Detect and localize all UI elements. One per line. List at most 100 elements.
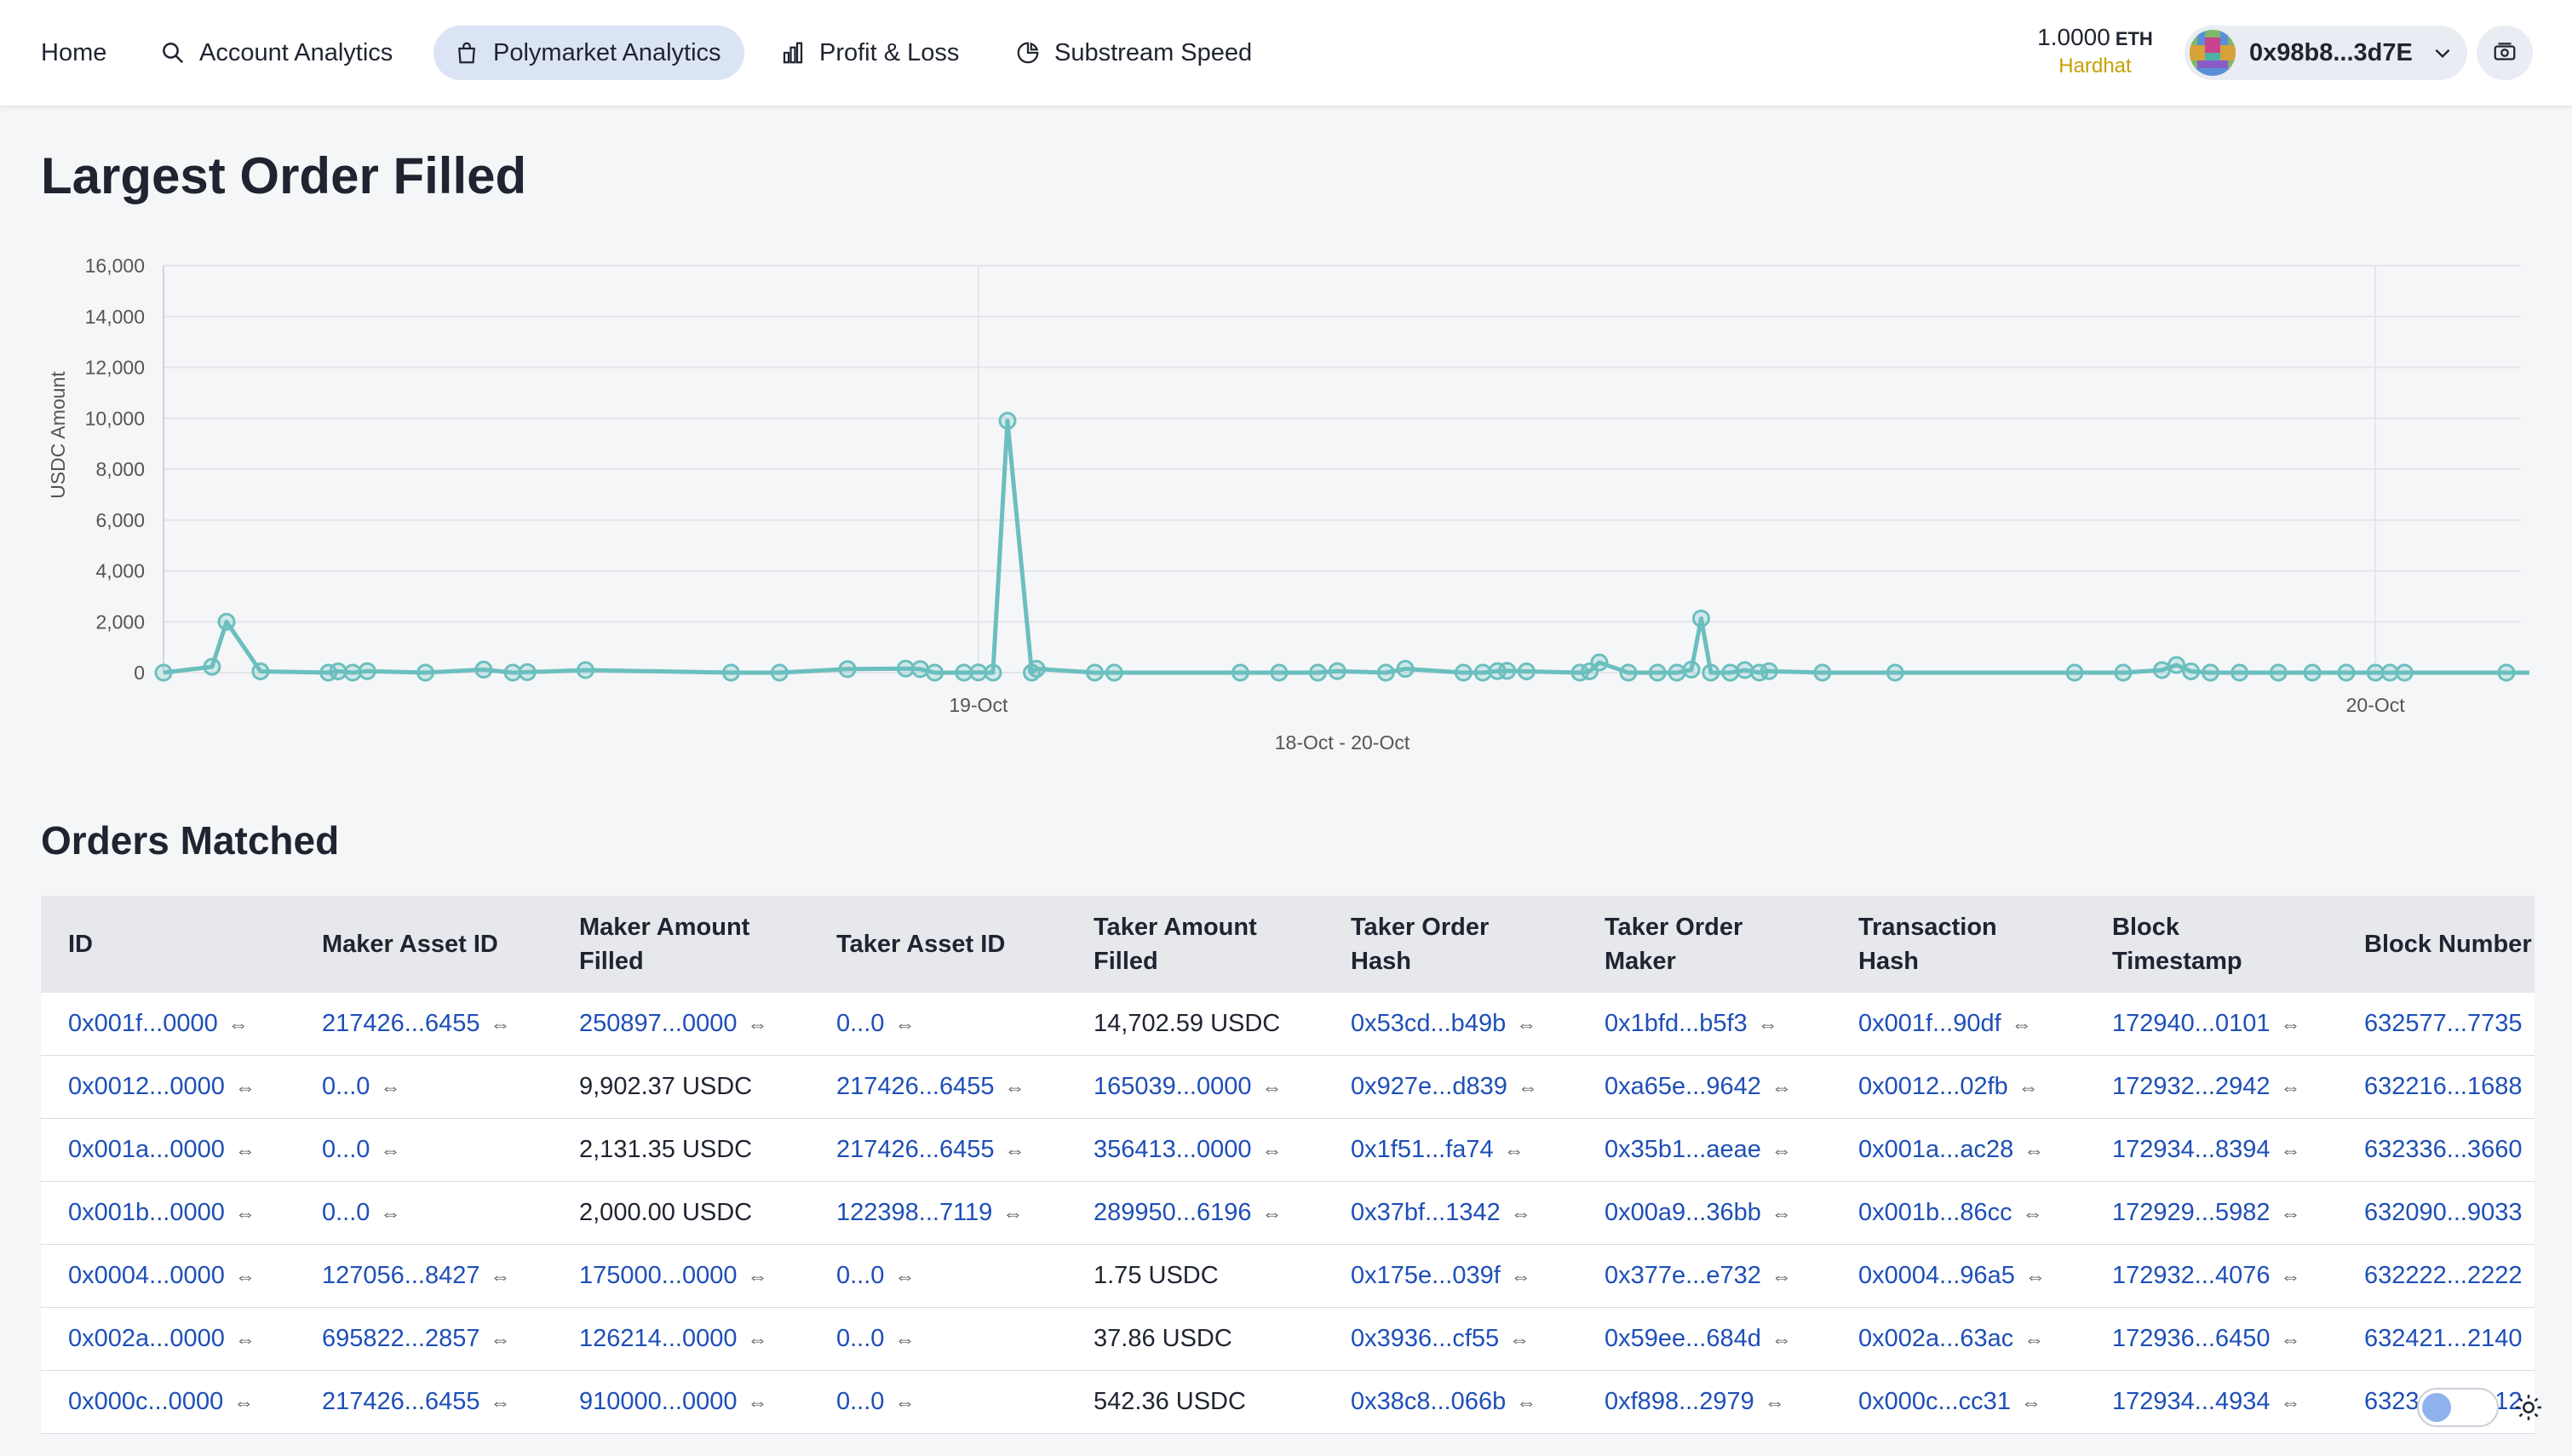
expand-toggle-icon[interactable]: ⇔ [1004, 1139, 1025, 1162]
expand-toggle-icon[interactable]: ⇔ [1771, 1076, 1792, 1099]
cell-link[interactable]: 172932...4076 [2112, 1262, 2270, 1289]
cell-link[interactable]: 632216...1688 [2364, 1073, 2522, 1100]
cell-link[interactable]: 0x0012...0000 [68, 1073, 225, 1100]
cell-link[interactable]: 0xf898...2979 [1605, 1388, 1754, 1415]
cell-link[interactable]: 165039...0000 [1094, 1073, 1251, 1100]
column-header-maker-amount-filled[interactable]: Maker Amount Filled [552, 896, 809, 993]
cell-link[interactable]: 0x38c8...066b [1351, 1388, 1506, 1415]
cell-link[interactable]: 0...0 [322, 1199, 370, 1226]
cell-link[interactable]: 172940...0101 [2112, 1010, 2270, 1037]
expand-toggle-icon[interactable]: ⇔ [2280, 1265, 2300, 1288]
expand-toggle-icon[interactable]: ⇔ [1509, 1328, 1530, 1351]
cell-link[interactable]: 910000...0000 [579, 1388, 737, 1415]
expand-toggle-icon[interactable]: ⇔ [1516, 1013, 1536, 1036]
cell-link[interactable]: 289950...6196 [1094, 1199, 1251, 1226]
cell-link[interactable]: 632222...2222 [2364, 1262, 2522, 1289]
cell-link[interactable]: 0...0 [836, 1010, 884, 1037]
cell-link[interactable]: 0x0004...96a5 [1858, 1262, 2015, 1289]
expand-toggle-icon[interactable]: ⇔ [2280, 1202, 2300, 1225]
expand-toggle-icon[interactable]: ⇔ [1511, 1202, 1531, 1225]
expand-toggle-icon[interactable]: ⇔ [490, 1265, 510, 1288]
cell-link[interactable]: 0x59ee...684d [1605, 1325, 1761, 1352]
cell-link[interactable]: 356413...0000 [1094, 1136, 1251, 1163]
cell-link[interactable]: 0x002a...63ac [1858, 1325, 2013, 1352]
cell-link[interactable]: 0x000c...cc31 [1858, 1388, 2011, 1415]
expand-toggle-icon[interactable]: ⇔ [1261, 1139, 1282, 1162]
expand-toggle-icon[interactable]: ⇔ [894, 1013, 915, 1036]
expand-toggle-icon[interactable]: ⇔ [235, 1139, 255, 1162]
cell-link[interactable]: 0x001f...90df [1858, 1010, 2001, 1037]
cell-link[interactable]: 172932...2942 [2112, 1073, 2270, 1100]
cell-link[interactable]: 172934...4934 [2112, 1388, 2270, 1415]
account-dropdown[interactable]: 0x98b8...3d7E [2184, 26, 2467, 80]
column-header-taker-asset-id[interactable]: Taker Asset ID [809, 896, 1066, 993]
expand-toggle-icon[interactable]: ⇔ [235, 1202, 255, 1225]
expand-toggle-icon[interactable]: ⇔ [2280, 1013, 2300, 1036]
expand-toggle-icon[interactable]: ⇔ [2280, 1076, 2300, 1099]
expand-toggle-icon[interactable]: ⇔ [1771, 1328, 1792, 1351]
expand-toggle-icon[interactable]: ⇔ [380, 1139, 400, 1162]
cell-link[interactable]: 632421...2140 [2364, 1325, 2522, 1352]
column-header-transaction-hash[interactable]: Transaction Hash [1831, 896, 2085, 993]
expand-toggle-icon[interactable]: ⇔ [235, 1328, 255, 1351]
expand-toggle-icon[interactable]: ⇔ [894, 1265, 915, 1288]
column-header-block-timestamp[interactable]: Block Timestamp [2085, 896, 2337, 993]
cell-link[interactable]: 250897...0000 [579, 1010, 737, 1037]
cell-link[interactable]: 632336...3660 [2364, 1136, 2522, 1163]
expand-toggle-icon[interactable]: ⇔ [1771, 1202, 1792, 1225]
expand-toggle-icon[interactable]: ⇔ [1261, 1202, 1282, 1225]
expand-toggle-icon[interactable]: ⇔ [1261, 1076, 1282, 1099]
nav-substream-speed[interactable]: Substream Speed [995, 26, 1272, 80]
expand-toggle-icon[interactable]: ⇔ [2025, 1265, 2046, 1288]
expand-toggle-icon[interactable]: ⇔ [2023, 1202, 2043, 1225]
expand-toggle-icon[interactable]: ⇔ [2024, 1139, 2044, 1162]
cell-link[interactable]: 0x3936...cf55 [1351, 1325, 1499, 1352]
cell-link[interactable]: 0x1f51...fa74 [1351, 1136, 1494, 1163]
nav-profit-loss[interactable]: Profit & Loss [760, 26, 979, 80]
cell-link[interactable]: 0...0 [322, 1136, 370, 1163]
column-header-id[interactable]: ID [41, 896, 295, 993]
column-header-taker-order-hash[interactable]: Taker Order Hash [1323, 896, 1577, 993]
expand-toggle-icon[interactable]: ⇔ [2532, 1139, 2535, 1162]
expand-toggle-icon[interactable]: ⇔ [380, 1076, 400, 1099]
expand-toggle-icon[interactable]: ⇔ [490, 1013, 510, 1036]
expand-toggle-icon[interactable]: ⇔ [747, 1013, 767, 1036]
cell-link[interactable]: 217426...6455 [322, 1010, 479, 1037]
nav-polymarket-analytics[interactable]: Polymarket Analytics [433, 26, 744, 80]
expand-toggle-icon[interactable]: ⇔ [380, 1202, 400, 1225]
expand-toggle-icon[interactable]: ⇔ [1758, 1013, 1778, 1036]
expand-toggle-icon[interactable]: ⇔ [894, 1391, 915, 1414]
cell-link[interactable]: 0...0 [836, 1262, 884, 1289]
expand-toggle-icon[interactable]: ⇔ [2280, 1139, 2300, 1162]
expand-toggle-icon[interactable]: ⇔ [747, 1265, 767, 1288]
expand-toggle-icon[interactable]: ⇔ [490, 1328, 510, 1351]
column-header-maker-asset-id[interactable]: Maker Asset ID [295, 896, 552, 993]
expand-toggle-icon[interactable]: ⇔ [2532, 1328, 2535, 1351]
cell-link[interactable]: 172934...8394 [2112, 1136, 2270, 1163]
cell-link[interactable]: 0xa65e...9642 [1605, 1073, 1761, 1100]
cell-link[interactable]: 0x001b...86cc [1858, 1199, 2012, 1226]
theme-toggle[interactable] [2417, 1388, 2499, 1427]
expand-toggle-icon[interactable]: ⇔ [1518, 1076, 1538, 1099]
cell-link[interactable]: 695822...2857 [322, 1325, 479, 1352]
expand-toggle-icon[interactable]: ⇔ [235, 1076, 255, 1099]
cell-link[interactable]: 0x0012...02fb [1858, 1073, 2008, 1100]
cell-link[interactable]: 172929...5982 [2112, 1199, 2270, 1226]
cell-link[interactable]: 0x001f...0000 [68, 1010, 218, 1037]
expand-toggle-icon[interactable]: ⇔ [2532, 1076, 2535, 1099]
cell-link[interactable]: 172936...6450 [2112, 1325, 2270, 1352]
cell-link[interactable]: 0x37bf...1342 [1351, 1199, 1501, 1226]
cell-link[interactable]: 0x001a...0000 [68, 1136, 225, 1163]
nav-home[interactable]: Home [20, 26, 127, 80]
expand-toggle-icon[interactable]: ⇔ [1516, 1391, 1536, 1414]
expand-toggle-icon[interactable]: ⇔ [228, 1013, 249, 1036]
cell-link[interactable]: 0x00a9...36bb [1605, 1199, 1761, 1226]
expand-toggle-icon[interactable]: ⇔ [2018, 1076, 2039, 1099]
wallet-button[interactable] [2477, 26, 2533, 80]
expand-toggle-icon[interactable]: ⇔ [894, 1328, 915, 1351]
column-header-taker-amount-filled[interactable]: Taker Amount Filled [1066, 896, 1323, 993]
cell-link[interactable]: 632090...9033 [2364, 1199, 2522, 1226]
expand-toggle-icon[interactable]: ⇔ [1765, 1391, 1785, 1414]
expand-toggle-icon[interactable]: ⇔ [2280, 1328, 2300, 1351]
expand-toggle-icon[interactable]: ⇔ [1771, 1265, 1792, 1288]
